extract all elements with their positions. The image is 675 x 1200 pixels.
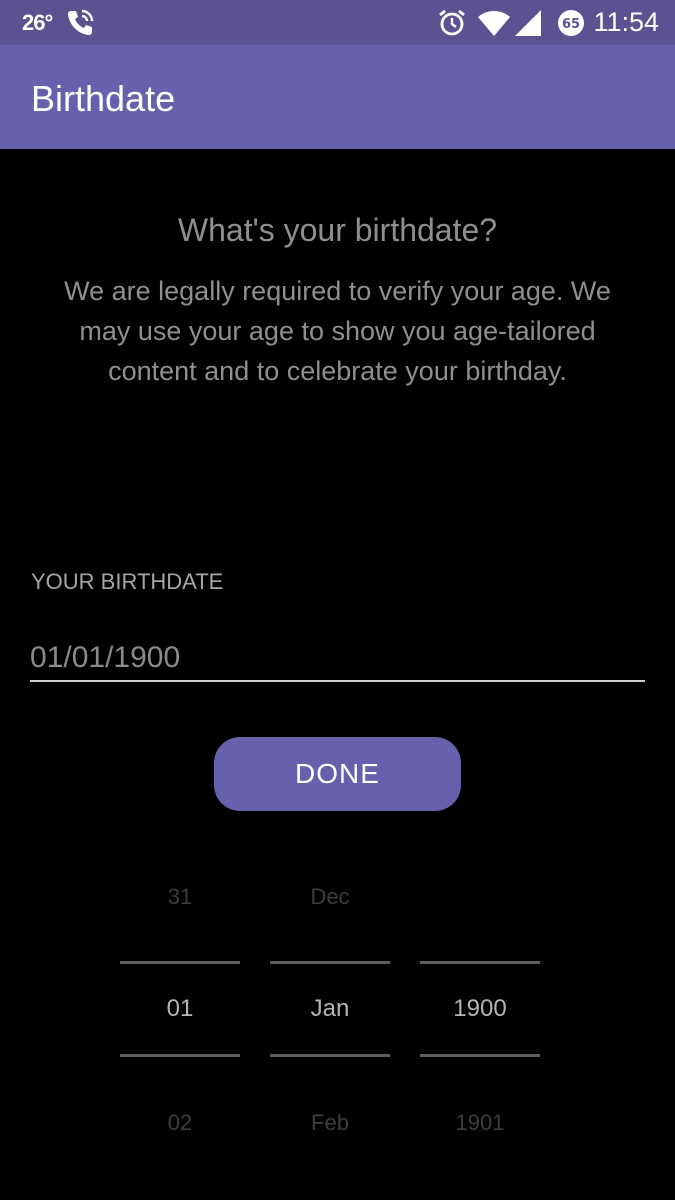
- age-verification-description: We are legally required to verify your a…: [64, 276, 611, 386]
- status-time: 11:54: [593, 7, 659, 37]
- year-option-selected[interactable]: 1900: [420, 995, 540, 1023]
- data-saver-badge-icon: 65: [556, 8, 586, 43]
- alarm-clock-icon: [437, 8, 467, 43]
- month-picker-divider: [270, 1054, 390, 1057]
- year-picker-divider: [420, 961, 540, 964]
- day-option-selected[interactable]: 01: [120, 995, 240, 1023]
- day-picker[interactable]: 31 01 02: [120, 870, 240, 1160]
- birthdate-input[interactable]: [30, 636, 645, 682]
- year-picker[interactable]: 1900 1901: [420, 870, 540, 1160]
- month-picker[interactable]: Dec Jan Feb: [270, 870, 390, 1160]
- year-option-next[interactable]: 1901: [420, 1110, 540, 1136]
- birthdate-heading: What's your birthdate?: [177, 212, 498, 248]
- app-bar: Birthdate: [0, 45, 675, 149]
- status-bar: 26° 65 11:54: [0, 0, 675, 45]
- badge-count: 65: [562, 17, 580, 32]
- wifi-icon: [477, 9, 511, 42]
- birthdate-field-label: YOUR BIRTHDATE: [31, 569, 224, 594]
- phone-call-icon: [64, 7, 96, 44]
- month-option-next[interactable]: Feb: [270, 1110, 390, 1136]
- cell-signal-icon: [514, 9, 542, 42]
- month-picker-divider: [270, 961, 390, 964]
- page-title: Birthdate: [31, 78, 176, 119]
- day-option-next[interactable]: 02: [120, 1110, 240, 1136]
- temperature-indicator: 26°: [22, 10, 53, 35]
- day-option-prev[interactable]: 31: [120, 884, 240, 910]
- month-option-prev[interactable]: Dec: [270, 884, 390, 910]
- month-option-selected[interactable]: Jan: [270, 995, 390, 1023]
- year-picker-divider: [420, 1054, 540, 1057]
- day-picker-divider: [120, 961, 240, 964]
- done-button[interactable]: DONE: [214, 737, 461, 811]
- day-picker-divider: [120, 1054, 240, 1057]
